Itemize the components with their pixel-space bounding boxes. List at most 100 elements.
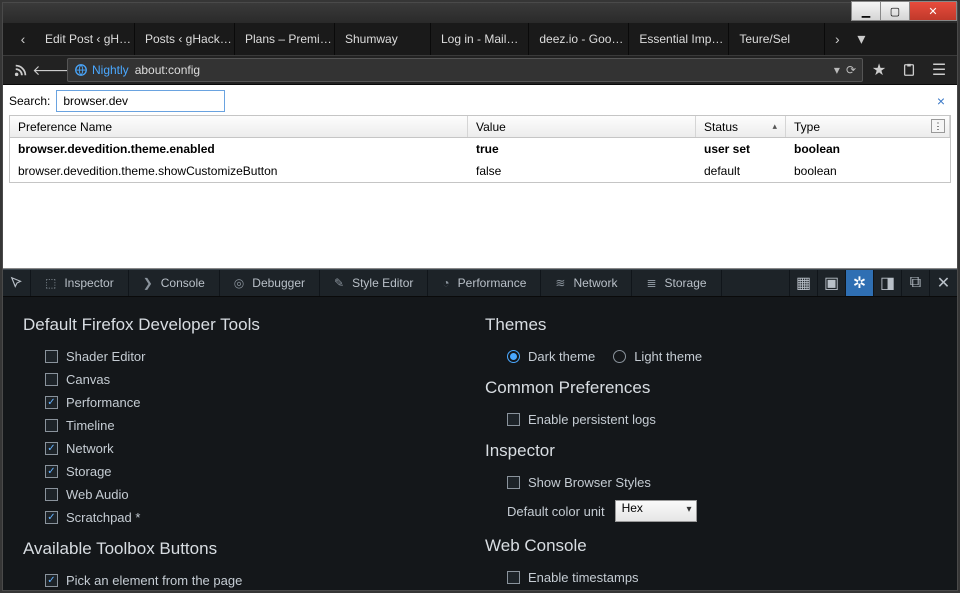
col-type[interactable]: Type⋮ bbox=[786, 116, 950, 137]
table-row[interactable]: browser.devedition.theme.showCustomizeBu… bbox=[10, 160, 950, 182]
tool-toggle-option[interactable]: Performance bbox=[23, 391, 485, 414]
cell-pref: browser.devedition.theme.showCustomizeBu… bbox=[10, 162, 468, 180]
cell-status: default bbox=[696, 162, 786, 180]
enable-timestamps-option[interactable]: Enable timestamps bbox=[485, 566, 947, 589]
performance-icon: ◔ bbox=[442, 276, 449, 290]
browser-tab[interactable]: Plans – Premi… bbox=[235, 23, 335, 55]
clear-search-icon[interactable]: × bbox=[937, 93, 945, 109]
show-browser-styles-option[interactable]: Show Browser Styles bbox=[485, 471, 947, 494]
option-label: Network bbox=[66, 441, 114, 456]
checkbox-icon bbox=[45, 396, 58, 409]
window-titlebar: ▁ ▢ ✕ bbox=[3, 3, 957, 23]
browser-navbar: 🡐 Nightly about:config ▾ ⟳ ★ ☰ bbox=[3, 55, 957, 85]
option-label: Canvas bbox=[66, 372, 110, 387]
checkbox-icon bbox=[507, 571, 520, 584]
browser-tab[interactable]: Log in - Mail… bbox=[431, 23, 529, 55]
tool-toggle-option[interactable]: Storage bbox=[23, 460, 485, 483]
table-row[interactable]: browser.devedition.theme.enabled true us… bbox=[10, 138, 950, 160]
search-input[interactable] bbox=[56, 90, 225, 112]
option-label: Scratchpad * bbox=[66, 510, 140, 525]
devtools-tab-inspector[interactable]: ⬚Inspector bbox=[31, 270, 129, 296]
location-bar[interactable]: Nightly about:config ▾ ⟳ bbox=[67, 58, 863, 82]
devtools-tab-style-editor[interactable]: ✎Style Editor bbox=[320, 270, 428, 296]
dock-separate-icon[interactable]: ⧉ bbox=[901, 270, 929, 296]
cell-value: true bbox=[468, 140, 696, 158]
option-label: Shader Editor bbox=[66, 349, 146, 364]
tool-toggle-option[interactable]: Shader Editor bbox=[23, 345, 485, 368]
color-unit-select[interactable]: Hex bbox=[615, 500, 697, 522]
pref-table: Preference Name Value Status Type⋮ brows… bbox=[9, 115, 951, 183]
col-value[interactable]: Value bbox=[468, 116, 696, 137]
responsive-design-icon[interactable]: ▦ bbox=[789, 270, 817, 296]
window-close-button[interactable]: ✕ bbox=[909, 1, 957, 21]
checkbox-icon bbox=[45, 511, 58, 524]
devtools-tabbar: ⬚Inspector ❯Console ◎Debugger ✎Style Edi… bbox=[3, 269, 957, 297]
checkbox-icon bbox=[45, 488, 58, 501]
tab-label: Shumway bbox=[345, 32, 398, 46]
identity-box[interactable]: Nightly bbox=[74, 63, 129, 77]
tool-toggle-option[interactable]: Timeline bbox=[23, 414, 485, 437]
clipboard-icon[interactable] bbox=[895, 58, 923, 82]
section-title: Default Firefox Developer Tools bbox=[23, 315, 485, 335]
col-pref[interactable]: Preference Name bbox=[10, 116, 468, 137]
cell-value: false bbox=[468, 162, 696, 180]
tab-label: Posts ‹ gHack… bbox=[145, 32, 232, 46]
section-title: Web Console bbox=[485, 536, 947, 556]
tool-toggle-option[interactable]: Web Audio bbox=[23, 483, 485, 506]
tool-toggle-option[interactable]: Network bbox=[23, 437, 485, 460]
option-label: Performance bbox=[66, 395, 140, 410]
browser-tab[interactable]: Essential Imp… bbox=[629, 23, 729, 55]
devtools-tab-storage[interactable]: ≣Storage bbox=[632, 270, 721, 296]
devtools-tab-performance[interactable]: ◔Performance bbox=[428, 270, 541, 296]
persistent-logs-option[interactable]: Enable persistent logs bbox=[485, 408, 947, 431]
tab-dropdown-button[interactable]: ▾ bbox=[849, 23, 873, 55]
tab-scroll-left-button[interactable]: ‹ bbox=[11, 23, 35, 55]
reload-icon[interactable]: ⟳ bbox=[846, 63, 856, 77]
debugger-icon: ◎ bbox=[234, 276, 244, 290]
tab-label: Teure/Sel bbox=[739, 32, 790, 46]
cell-status: user set bbox=[696, 140, 786, 158]
checkbox-icon bbox=[507, 476, 520, 489]
color-unit-label: Default color unit bbox=[507, 504, 605, 519]
rss-icon[interactable] bbox=[7, 58, 35, 82]
cell-type: boolean bbox=[786, 162, 950, 180]
theme-dark-option[interactable]: Dark theme bbox=[507, 349, 595, 364]
search-label: Search: bbox=[9, 94, 50, 108]
browser-tab[interactable]: Teure/Sel bbox=[729, 23, 825, 55]
column-picker-icon[interactable]: ⋮ bbox=[931, 119, 945, 133]
browser-tab[interactable]: deez.io - Goo… bbox=[529, 23, 629, 55]
hamburger-menu-icon[interactable]: ☰ bbox=[925, 58, 953, 82]
checkbox-icon bbox=[45, 350, 58, 363]
theme-light-option[interactable]: Light theme bbox=[613, 349, 702, 364]
browser-tab[interactable]: Posts ‹ gHack… bbox=[135, 23, 235, 55]
checkbox-icon bbox=[45, 373, 58, 386]
col-status[interactable]: Status bbox=[696, 116, 786, 137]
identity-label: Nightly bbox=[92, 63, 129, 77]
devtools-close-icon[interactable]: ✕ bbox=[929, 270, 957, 296]
bookmark-star-icon[interactable]: ★ bbox=[865, 58, 893, 82]
inspector-icon: ⬚ bbox=[45, 276, 56, 290]
devtools-tab-network[interactable]: ≋Network bbox=[541, 270, 632, 296]
window-minimize-button[interactable]: ▁ bbox=[851, 1, 881, 21]
tool-toggle-option[interactable]: Canvas bbox=[23, 368, 485, 391]
paintflash-icon[interactable]: ▣ bbox=[817, 270, 845, 296]
tab-label: Essential Imp… bbox=[639, 32, 723, 46]
dock-side-icon[interactable]: ◨ bbox=[873, 270, 901, 296]
window-maximize-button[interactable]: ▢ bbox=[880, 1, 910, 21]
dropmarker-icon[interactable]: ▾ bbox=[834, 63, 840, 77]
toolbox-options-icon[interactable]: ✲ bbox=[845, 270, 873, 296]
url-text: about:config bbox=[135, 63, 828, 77]
tool-toggle-option[interactable]: Scratchpad * bbox=[23, 506, 485, 529]
tool-toggle-option[interactable]: Pick an element from the page bbox=[23, 569, 485, 590]
devtools-tab-debugger[interactable]: ◎Debugger bbox=[220, 270, 320, 296]
pick-element-icon[interactable] bbox=[3, 270, 31, 296]
radio-icon bbox=[613, 350, 626, 363]
style-editor-icon: ✎ bbox=[334, 276, 344, 290]
section-title: Common Preferences bbox=[485, 378, 947, 398]
cell-pref: browser.devedition.theme.enabled bbox=[10, 140, 468, 158]
tab-scroll-right-button[interactable]: › bbox=[825, 23, 849, 55]
devtools-tab-console[interactable]: ❯Console bbox=[129, 270, 220, 296]
browser-tab[interactable]: Shumway bbox=[335, 23, 431, 55]
browser-tab[interactable]: Edit Post ‹ gH… bbox=[35, 23, 135, 55]
back-button[interactable]: 🡐 bbox=[37, 58, 65, 82]
